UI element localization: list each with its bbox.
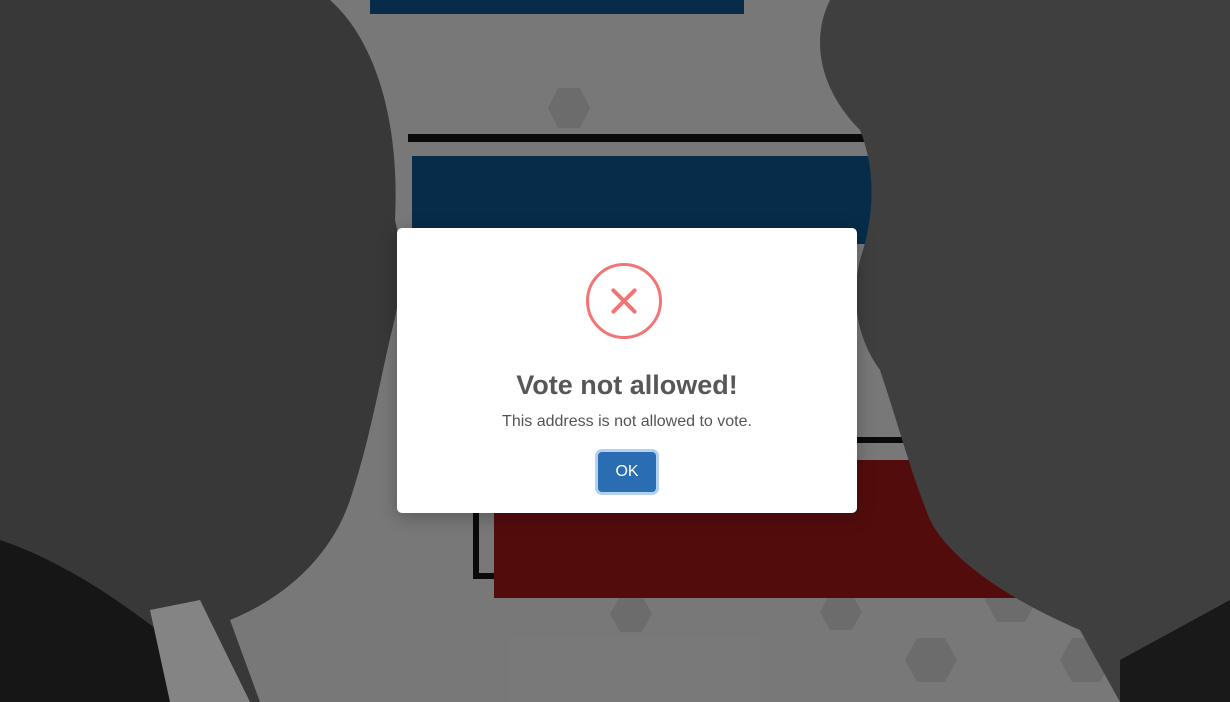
dialog-title: Vote not allowed! [516,370,738,400]
dialog-message: This address is not allowed to vote. [502,413,752,430]
alert-dialog: Vote not allowed! This address is not al… [397,228,857,513]
page-background: Vote not allowed! This address is not al… [0,0,1230,702]
error-x-icon [586,263,662,339]
ok-button[interactable]: OK [598,452,656,492]
